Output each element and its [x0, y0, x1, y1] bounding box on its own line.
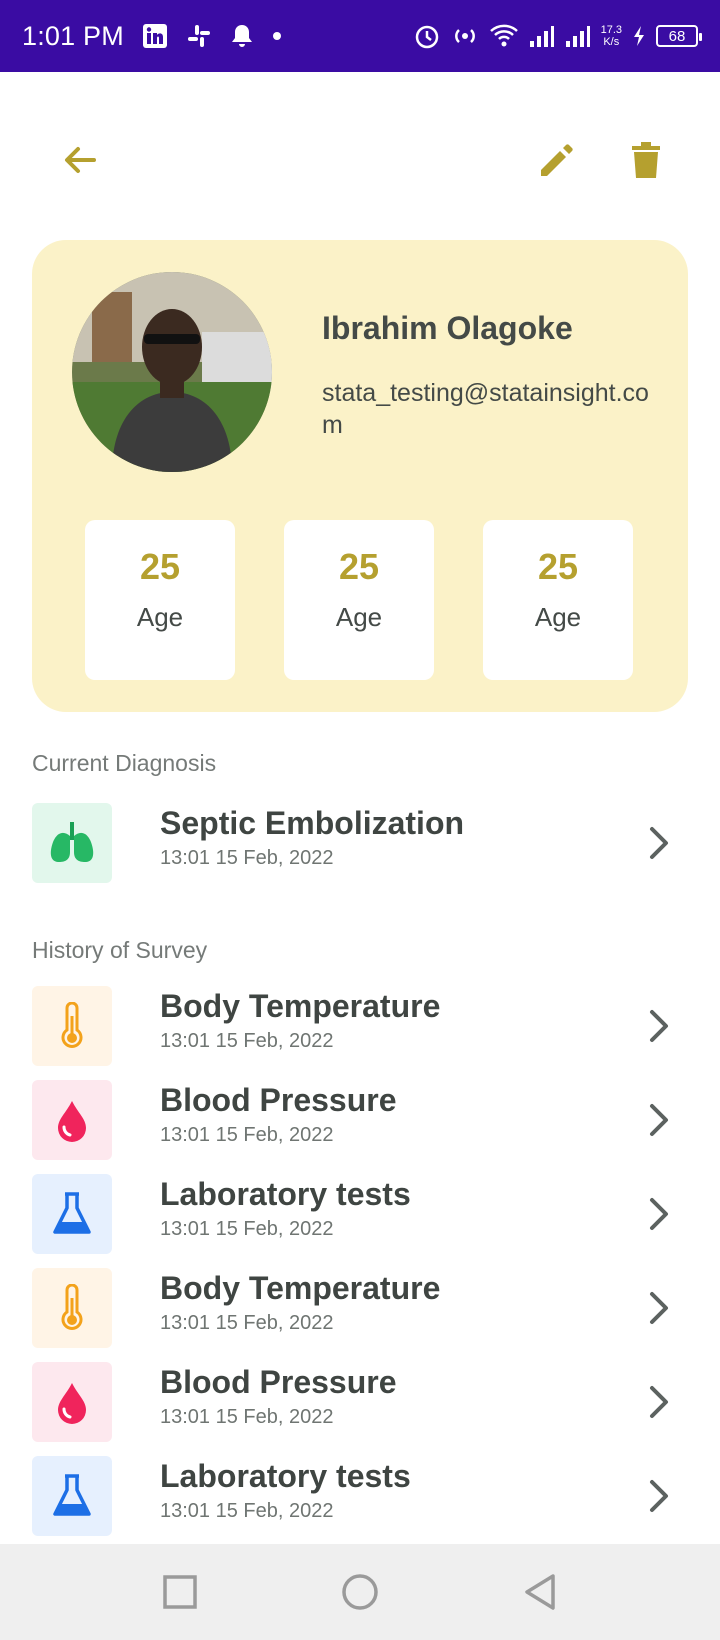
- network-speed: 17.3 K/s: [601, 24, 622, 48]
- survey-date: 13:01 15 Feb, 2022: [160, 1406, 334, 1428]
- stat-value: 25: [338, 546, 380, 587]
- square-icon: [163, 1575, 197, 1609]
- survey-title: Body Temperature: [160, 988, 441, 1024]
- lungs-icon: [32, 803, 112, 883]
- thermometer-icon: [32, 1268, 112, 1348]
- diagnosis-row[interactable]: Septic Embolization 13:01 15 Feb, 2022: [32, 803, 688, 883]
- blood-drop-icon: [32, 1080, 112, 1160]
- flask-icon: [32, 1174, 112, 1254]
- section-title-history-of-survey: History of Survey: [32, 937, 208, 963]
- avatar-photo: [72, 272, 272, 472]
- diagnosis-date: 13:01 15 Feb, 2022: [160, 847, 334, 869]
- stat-value: 25: [139, 546, 181, 587]
- wifi-icon: [489, 24, 518, 47]
- survey-row[interactable]: Blood Pressure 13:01 15 Feb, 2022: [32, 1080, 688, 1160]
- survey-date: 13:01 15 Feb, 2022: [160, 1312, 334, 1334]
- stat-box-age: 25 Age: [483, 520, 633, 680]
- slack-icon: [187, 25, 210, 47]
- profile-email: stata_testing@statainsight.com: [322, 379, 649, 439]
- charging-bolt-icon: [634, 26, 644, 46]
- survey-title: Body Temperature: [160, 1270, 441, 1306]
- network-speed-unit: K/s: [603, 36, 620, 48]
- survey-date: 13:01 15 Feb, 2022: [160, 1218, 334, 1240]
- status-bar: 1:01 PM 17.3 K/s 68: [0, 0, 720, 72]
- survey-date: 13:01 15 Feb, 2022: [160, 1030, 334, 1052]
- recents-button[interactable]: [152, 1564, 208, 1620]
- battery-level: 68: [668, 27, 686, 45]
- stat-box-age: 25 Age: [85, 520, 235, 680]
- survey-title: Blood Pressure: [160, 1364, 397, 1400]
- system-nav-bar: [0, 1544, 720, 1640]
- survey-row[interactable]: Laboratory tests 13:01 15 Feb, 2022: [32, 1456, 688, 1536]
- survey-row[interactable]: Blood Pressure 13:01 15 Feb, 2022: [32, 1362, 688, 1442]
- linkedin-icon: [142, 24, 167, 48]
- notification-bell-icon: [231, 25, 252, 47]
- survey-date: 13:01 15 Feb, 2022: [160, 1124, 334, 1146]
- back-nav-button[interactable]: [512, 1564, 568, 1620]
- home-button[interactable]: [332, 1564, 388, 1620]
- diagnosis-title: Septic Embolization: [160, 805, 465, 841]
- edit-button[interactable]: [526, 130, 586, 190]
- avatar: [72, 272, 272, 472]
- pencil-icon: [541, 144, 573, 176]
- survey-row[interactable]: Laboratory tests 13:01 15 Feb, 2022: [32, 1174, 688, 1254]
- blood-drop-icon: [32, 1362, 112, 1442]
- chevron-right-icon: [650, 1480, 668, 1512]
- dot-icon: [272, 32, 281, 40]
- stat-value: 25: [537, 546, 579, 587]
- delete-button[interactable]: [616, 130, 676, 190]
- survey-date: 13:01 15 Feb, 2022: [160, 1500, 334, 1522]
- status-time: 1:01 PM: [22, 20, 124, 51]
- flask-icon: [32, 1456, 112, 1536]
- battery-indicator: 68: [656, 25, 702, 47]
- alarm-icon: [415, 25, 438, 49]
- stat-label: Age: [534, 602, 582, 632]
- chevron-right-icon: [650, 1010, 668, 1042]
- signal-icon-1: [529, 26, 554, 47]
- chevron-right-icon: [650, 1104, 668, 1136]
- survey-title: Blood Pressure: [160, 1082, 397, 1118]
- survey-row[interactable]: Body Temperature 13:01 15 Feb, 2022: [32, 1268, 688, 1348]
- network-speed-value: 17.3: [600, 24, 622, 36]
- triangle-back-icon: [525, 1574, 555, 1610]
- section-title-current-diagnosis: Current Diagnosis: [32, 750, 217, 776]
- chevron-right-icon: [650, 1386, 668, 1418]
- thermometer-icon: [32, 986, 112, 1066]
- trash-icon: [632, 142, 660, 178]
- stat-label: Age: [335, 602, 383, 632]
- app-bar: [0, 120, 720, 200]
- chevron-right-icon: [650, 1292, 668, 1324]
- chevron-right-icon: [650, 1198, 668, 1230]
- survey-title: Laboratory tests: [160, 1176, 411, 1212]
- stat-label: Age: [136, 602, 184, 632]
- survey-row[interactable]: Body Temperature 13:01 15 Feb, 2022: [32, 986, 688, 1066]
- stat-box-age: 25 Age: [284, 520, 434, 680]
- survey-title: Laboratory tests: [160, 1458, 411, 1494]
- signal-icon-2: [565, 26, 590, 47]
- circle-icon: [342, 1574, 378, 1610]
- chevron-right-icon: [650, 827, 668, 859]
- arrow-back-icon: [65, 147, 96, 173]
- profile-name: Ibrahim Olagoke: [322, 310, 573, 346]
- profile-card: Ibrahim Olagoke stata_testing@statainsig…: [32, 240, 688, 712]
- hotspot-icon: [454, 29, 475, 43]
- back-button[interactable]: [50, 130, 110, 190]
